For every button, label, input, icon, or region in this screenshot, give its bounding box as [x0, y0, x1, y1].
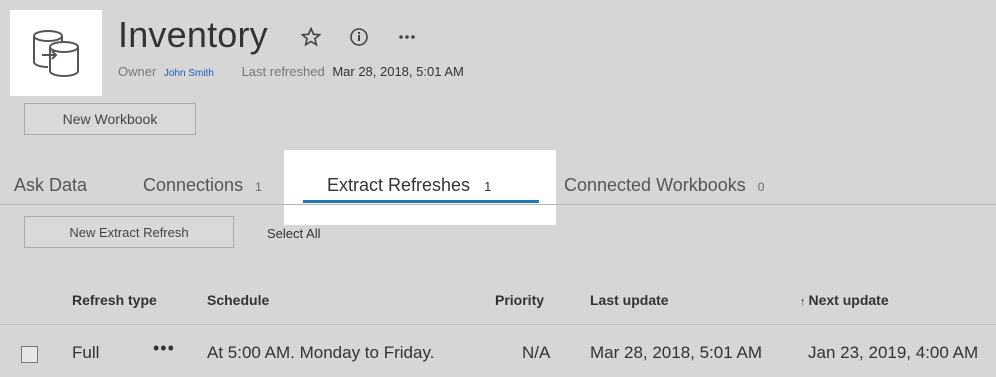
- tab-label: Connected Workbooks: [564, 175, 746, 195]
- tab-connected-workbooks[interactable]: Connected Workbooks 0: [564, 175, 764, 196]
- tab-count: 0: [757, 180, 765, 194]
- tab-ask-data[interactable]: Ask Data: [14, 175, 87, 196]
- tabs-divider: [0, 204, 996, 205]
- tab-extract-refreshes[interactable]: Extract Refreshes 1: [327, 175, 491, 196]
- last-refreshed-label: Last refreshed: [241, 64, 325, 79]
- datasource-meta: Owner John Smith Last refreshed Mar 28, …: [118, 64, 464, 79]
- database-icon: [33, 30, 79, 77]
- row-more-actions-icon[interactable]: •••: [153, 338, 175, 359]
- sort-ascending-icon: ↑: [800, 296, 806, 308]
- cell-refresh-type: Full: [72, 343, 100, 362]
- info-icon[interactable]: [346, 24, 372, 50]
- cell-schedule: At 5:00 AM. Monday to Friday.: [207, 343, 435, 362]
- tab-count: 1: [255, 180, 262, 194]
- cell-priority: N/A: [522, 343, 551, 362]
- last-refreshed-value: Mar 28, 2018, 5:01 AM: [332, 64, 464, 79]
- page: Inventory Owner John Smith Last refreshe…: [0, 0, 996, 377]
- column-header-last-update[interactable]: Last update: [590, 292, 669, 308]
- column-header-label: Next update: [808, 292, 889, 308]
- column-header-schedule[interactable]: Schedule: [207, 292, 269, 308]
- select-all-link[interactable]: Select All: [267, 226, 320, 241]
- star-icon[interactable]: [298, 24, 324, 50]
- row-checkbox[interactable]: [21, 346, 38, 363]
- tab-label: Extract Refreshes: [327, 175, 471, 195]
- new-extract-refresh-button[interactable]: New Extract Refresh: [24, 216, 234, 248]
- column-header-priority[interactable]: Priority: [495, 292, 544, 308]
- new-workbook-button[interactable]: New Workbook: [24, 103, 196, 135]
- cell-last-update: Mar 28, 2018, 5:01 AM: [590, 343, 762, 362]
- tab-label: Connections: [143, 175, 244, 195]
- owner-label: Owner: [118, 64, 157, 79]
- active-tab-underline: [303, 200, 539, 203]
- page-title: Inventory: [118, 14, 268, 55]
- datasource-icon: [10, 10, 102, 96]
- cell-next-update: Jan 23, 2019, 4:00 AM: [808, 343, 979, 362]
- more-icon[interactable]: [394, 24, 420, 50]
- title-actions: [298, 24, 420, 50]
- table-row-divider: [0, 324, 996, 325]
- tab-count: 1: [484, 179, 492, 194]
- tab-connections[interactable]: Connections 1: [143, 175, 262, 196]
- owner-link[interactable]: John Smith: [164, 68, 214, 79]
- column-header-refresh-type[interactable]: Refresh type: [72, 292, 157, 308]
- tab-label: Ask Data: [14, 175, 88, 195]
- column-header-next-update[interactable]: ↑ Next update: [800, 292, 889, 308]
